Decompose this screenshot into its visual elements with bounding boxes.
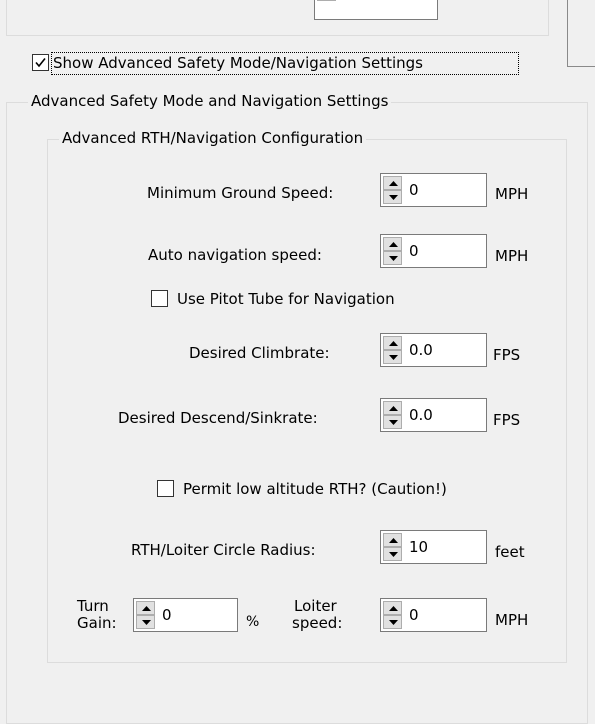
turn-gain-label-line2: Gain: bbox=[77, 614, 117, 632]
descend-value: 0.0 bbox=[409, 406, 433, 424]
spin-down-icon[interactable] bbox=[383, 350, 402, 364]
previous-panel-frame bbox=[6, 0, 549, 36]
loiter-speed-unit: MPH bbox=[495, 611, 529, 629]
low-alt-rth-checkbox[interactable] bbox=[157, 480, 174, 497]
auto-nav-speed-label: Auto navigation speed: bbox=[148, 246, 322, 264]
min-ground-speed-label: Minimum Ground Speed: bbox=[147, 184, 334, 202]
min-ground-speed-unit: MPH bbox=[495, 185, 529, 203]
loiter-radius-spinner[interactable] bbox=[383, 533, 402, 561]
loiter-speed-label-line1: Loiter bbox=[294, 597, 337, 615]
use-pitot-checkbox[interactable] bbox=[151, 290, 168, 307]
spin-up-icon[interactable] bbox=[383, 533, 402, 547]
min-ground-speed-input[interactable]: 0 bbox=[380, 173, 487, 207]
spin-down-icon[interactable] bbox=[383, 415, 402, 429]
loiter-radius-label: RTH/Loiter Circle Radius: bbox=[131, 541, 316, 559]
previous-field-partial[interactable] bbox=[314, 0, 438, 20]
climbrate-value: 0.0 bbox=[409, 341, 433, 359]
turn-gain-label-line1: Turn bbox=[77, 597, 109, 615]
spin-down-icon[interactable] bbox=[383, 251, 402, 265]
loiter-speed-value: 0 bbox=[409, 606, 419, 624]
loiter-speed-spinner[interactable] bbox=[383, 601, 402, 629]
loiter-speed-label-line2: speed: bbox=[292, 614, 343, 632]
auto-nav-speed-spinner[interactable] bbox=[383, 237, 402, 265]
right-panel-partial bbox=[567, 0, 595, 67]
loiter-radius-value: 10 bbox=[409, 538, 429, 556]
show-advanced-checkbox[interactable] bbox=[32, 54, 49, 71]
turn-gain-value: 0 bbox=[162, 606, 172, 624]
climbrate-spinner[interactable] bbox=[383, 336, 402, 364]
descend-spinner[interactable] bbox=[383, 401, 402, 429]
advanced-settings-group-title: Advanced Safety Mode and Navigation Sett… bbox=[28, 92, 392, 110]
low-alt-rth-label[interactable]: Permit low altitude RTH? (Caution!) bbox=[183, 480, 447, 498]
descend-unit: FPS bbox=[493, 411, 521, 429]
auto-nav-speed-unit: MPH bbox=[495, 247, 529, 265]
checkmark-icon bbox=[35, 58, 46, 68]
auto-nav-speed-value: 0 bbox=[409, 242, 419, 260]
show-advanced-label[interactable]: Show Advanced Safety Mode/Navigation Set… bbox=[53, 54, 423, 72]
descend-input[interactable]: 0.0 bbox=[380, 398, 487, 432]
spin-up-icon[interactable] bbox=[383, 237, 402, 251]
spin-down-icon[interactable] bbox=[136, 615, 155, 629]
climbrate-label: Desired Climbrate: bbox=[189, 344, 330, 362]
descend-label: Desired Descend/Sinkrate: bbox=[118, 409, 318, 427]
climbrate-input[interactable]: 0.0 bbox=[380, 333, 487, 367]
spin-down-icon[interactable] bbox=[383, 615, 402, 629]
loiter-speed-input[interactable]: 0 bbox=[380, 598, 487, 632]
turn-gain-spinner[interactable] bbox=[136, 601, 155, 629]
min-ground-speed-value: 0 bbox=[409, 181, 419, 199]
spin-down-icon[interactable] bbox=[383, 547, 402, 561]
rth-config-group bbox=[47, 139, 567, 663]
use-pitot-label[interactable]: Use Pitot Tube for Navigation bbox=[177, 290, 395, 308]
loiter-radius-input[interactable]: 10 bbox=[380, 530, 487, 564]
spin-up-icon[interactable] bbox=[383, 176, 402, 190]
rth-config-group-title: Advanced RTH/Navigation Configuration bbox=[59, 129, 367, 147]
auto-nav-speed-input[interactable]: 0 bbox=[380, 234, 487, 268]
loiter-radius-unit: feet bbox=[495, 543, 525, 561]
turn-gain-input[interactable]: 0 bbox=[133, 598, 238, 632]
spin-down-icon[interactable] bbox=[383, 190, 402, 204]
spin-up-icon[interactable] bbox=[383, 336, 402, 350]
spin-up-icon[interactable] bbox=[383, 401, 402, 415]
min-ground-speed-spinner[interactable] bbox=[383, 176, 402, 204]
climbrate-unit: FPS bbox=[493, 346, 521, 364]
turn-gain-unit: % bbox=[246, 614, 260, 630]
spin-up-icon[interactable] bbox=[136, 601, 155, 615]
spin-up-icon[interactable] bbox=[383, 601, 402, 615]
